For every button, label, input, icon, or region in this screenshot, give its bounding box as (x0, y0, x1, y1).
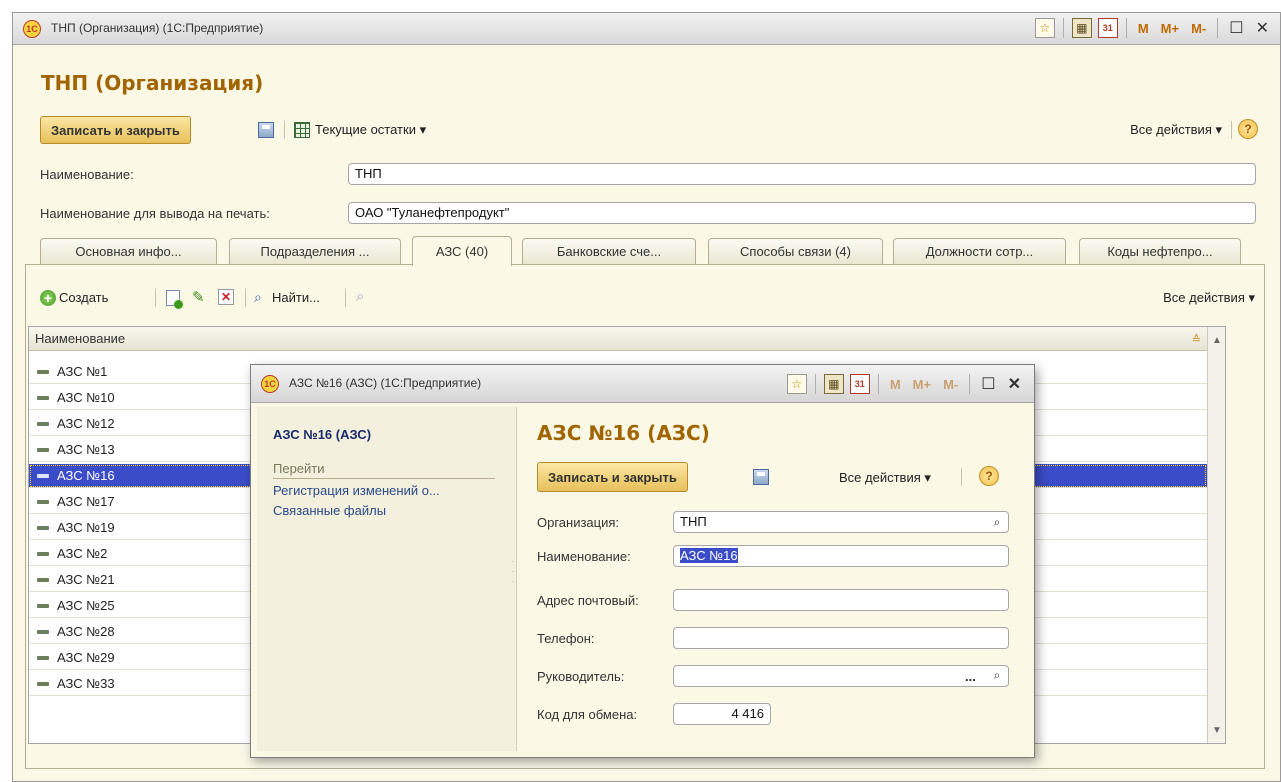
nav-link-change-registration[interactable]: Регистрация изменений о... (273, 483, 440, 498)
memory-mplus-button[interactable]: M+ (1158, 21, 1182, 36)
select-button[interactable]: ... (965, 669, 976, 684)
item-icon (37, 525, 49, 530)
copy-icon[interactable] (166, 290, 183, 309)
window-title: ТНП (Организация) (1С:Предприятие) (51, 21, 264, 35)
dialog-heading: АЗС №16 (АЗС) (537, 421, 710, 445)
address-field[interactable] (673, 589, 1009, 611)
calendar-icon[interactable]: 31 (1097, 18, 1118, 38)
all-actions-button[interactable]: Все действия ▾ (1130, 122, 1222, 138)
splitter-handle[interactable]: · · · (511, 557, 514, 587)
sort-icon[interactable]: ≙ (1192, 333, 1201, 346)
tab-fuel-codes[interactable]: Коды нефтепро... (1079, 238, 1241, 264)
item-icon (37, 369, 49, 374)
close-icon[interactable]: ✕ (1253, 18, 1272, 38)
item-icon (37, 681, 49, 686)
calculator-icon[interactable]: ▦ (1071, 18, 1092, 38)
memory-m-button[interactable]: M (1135, 21, 1152, 36)
item-icon (37, 577, 49, 582)
scroll-down-icon[interactable]: ▼ (1208, 721, 1225, 739)
favorites-icon[interactable]: ☆ (1034, 18, 1055, 38)
dialog-title-bar: 1С АЗС №16 (АЗС) (1С:Предприятие) ☆ ▦ 31… (251, 365, 1034, 403)
item-icon (37, 421, 49, 426)
save-icon[interactable] (753, 469, 769, 485)
delete-icon[interactable]: ✕ (218, 289, 234, 305)
item-icon (37, 655, 49, 660)
search-icon[interactable]: ⌕ (989, 667, 1005, 683)
station-name-label: Наименование: (537, 549, 631, 564)
list-toolbar: + Создать ✎ ✕ ⌕ Найти... ⌕ Все действия … (40, 286, 1255, 310)
station-dialog: 1С АЗС №16 (АЗС) (1С:Предприятие) ☆ ▦ 31… (250, 364, 1035, 758)
maximize-icon[interactable]: ☐ (1226, 18, 1246, 38)
memory-mminus-button[interactable]: M- (940, 377, 961, 392)
main-toolbar: Записать и закрыть Текущие остатки ▾ Все… (40, 116, 1262, 146)
item-icon (37, 473, 49, 478)
find-icon: ⌕ (254, 289, 262, 305)
dialog-main: АЗС №16 (АЗС) Записать и закрыть Все дей… (517, 407, 1028, 751)
print-name-field[interactable]: ОАО "Туланефтепродукт" (348, 202, 1256, 224)
memory-m-button[interactable]: M (887, 377, 904, 392)
org-label: Организация: (537, 515, 620, 530)
dialog-save-close-button[interactable]: Записать и закрыть (537, 462, 688, 492)
current-balances-button[interactable]: Текущие остатки ▾ (315, 122, 426, 138)
exchange-code-field[interactable]: 4 416 (673, 703, 771, 725)
favorites-icon[interactable]: ☆ (786, 374, 807, 394)
name-field[interactable]: ТНП (348, 163, 1256, 185)
tab-main-info[interactable]: Основная инфо... (40, 238, 217, 264)
item-icon (37, 551, 49, 556)
manager-field[interactable] (673, 665, 1009, 687)
address-label: Адрес почтовый: (537, 593, 639, 608)
phone-label: Телефон: (537, 631, 595, 646)
1c-logo-icon: 1С (261, 375, 279, 393)
nav-link-related-files[interactable]: Связанные файлы (273, 503, 386, 518)
memory-mplus-button[interactable]: M+ (910, 377, 934, 392)
exchange-code-label: Код для обмена: (537, 707, 638, 722)
org-field[interactable]: ТНП (673, 511, 1009, 533)
sidebar-title[interactable]: АЗС №16 (АЗС) (273, 427, 371, 442)
tab-bank-accounts[interactable]: Банковские сче... (522, 238, 696, 264)
item-icon (37, 395, 49, 400)
selected-text: АЗС №16 (680, 548, 738, 563)
1c-logo-icon: 1С (23, 20, 41, 38)
item-icon (37, 629, 49, 634)
nav-header: Перейти (273, 461, 325, 476)
create-button[interactable]: Создать (59, 290, 108, 305)
list-all-actions-button[interactable]: Все действия ▾ (1163, 290, 1255, 306)
table-icon (294, 122, 310, 138)
manager-label: Руководитель: (537, 669, 625, 684)
tab-departments[interactable]: Подразделения ... (229, 238, 401, 264)
tab-positions[interactable]: Должности сотр... (893, 238, 1066, 264)
create-icon: + (40, 290, 56, 306)
help-icon[interactable]: ? (979, 466, 999, 486)
search-icon[interactable]: ⌕ (989, 514, 1005, 530)
cancel-search-icon[interactable]: ⌕ (356, 288, 364, 305)
close-icon[interactable]: ✕ (1005, 374, 1024, 394)
memory-mminus-button[interactable]: M- (1188, 21, 1209, 36)
tab-stations[interactable]: АЗС (40) (412, 236, 512, 266)
save-close-button[interactable]: Записать и закрыть (40, 116, 191, 144)
scroll-up-icon[interactable]: ▲ (1208, 331, 1225, 349)
dialog-all-actions-button[interactable]: Все действия ▾ (839, 470, 931, 486)
edit-icon[interactable]: ✎ (192, 288, 205, 306)
item-icon (37, 603, 49, 608)
maximize-icon[interactable]: ☐ (978, 374, 998, 394)
column-header-name[interactable]: Наименование ≙ (29, 327, 1207, 351)
item-icon (37, 499, 49, 504)
save-icon[interactable] (258, 122, 274, 138)
calendar-icon[interactable]: 31 (849, 374, 870, 394)
find-button[interactable]: Найти... (272, 290, 320, 305)
phone-field[interactable] (673, 627, 1009, 649)
print-name-label: Наименование для вывода на печать: (40, 206, 270, 221)
station-name-field[interactable]: АЗС №16 (673, 545, 1009, 567)
item-icon (37, 447, 49, 452)
name-label: Наименование: (40, 167, 134, 182)
title-bar: 1С ТНП (Организация) (1С:Предприятие) ☆ … (13, 13, 1280, 45)
dialog-sidebar: АЗС №16 (АЗС) Перейти Регистрация измене… (257, 407, 517, 751)
dialog-title: АЗС №16 (АЗС) (1С:Предприятие) (289, 376, 482, 390)
help-icon[interactable]: ? (1238, 119, 1258, 139)
tab-contacts[interactable]: Способы связи (4) (708, 238, 883, 264)
page-title: ТНП (Организация) (41, 71, 264, 95)
vertical-scrollbar[interactable]: ▲ ▼ (1207, 327, 1225, 743)
calculator-icon[interactable]: ▦ (823, 374, 844, 394)
